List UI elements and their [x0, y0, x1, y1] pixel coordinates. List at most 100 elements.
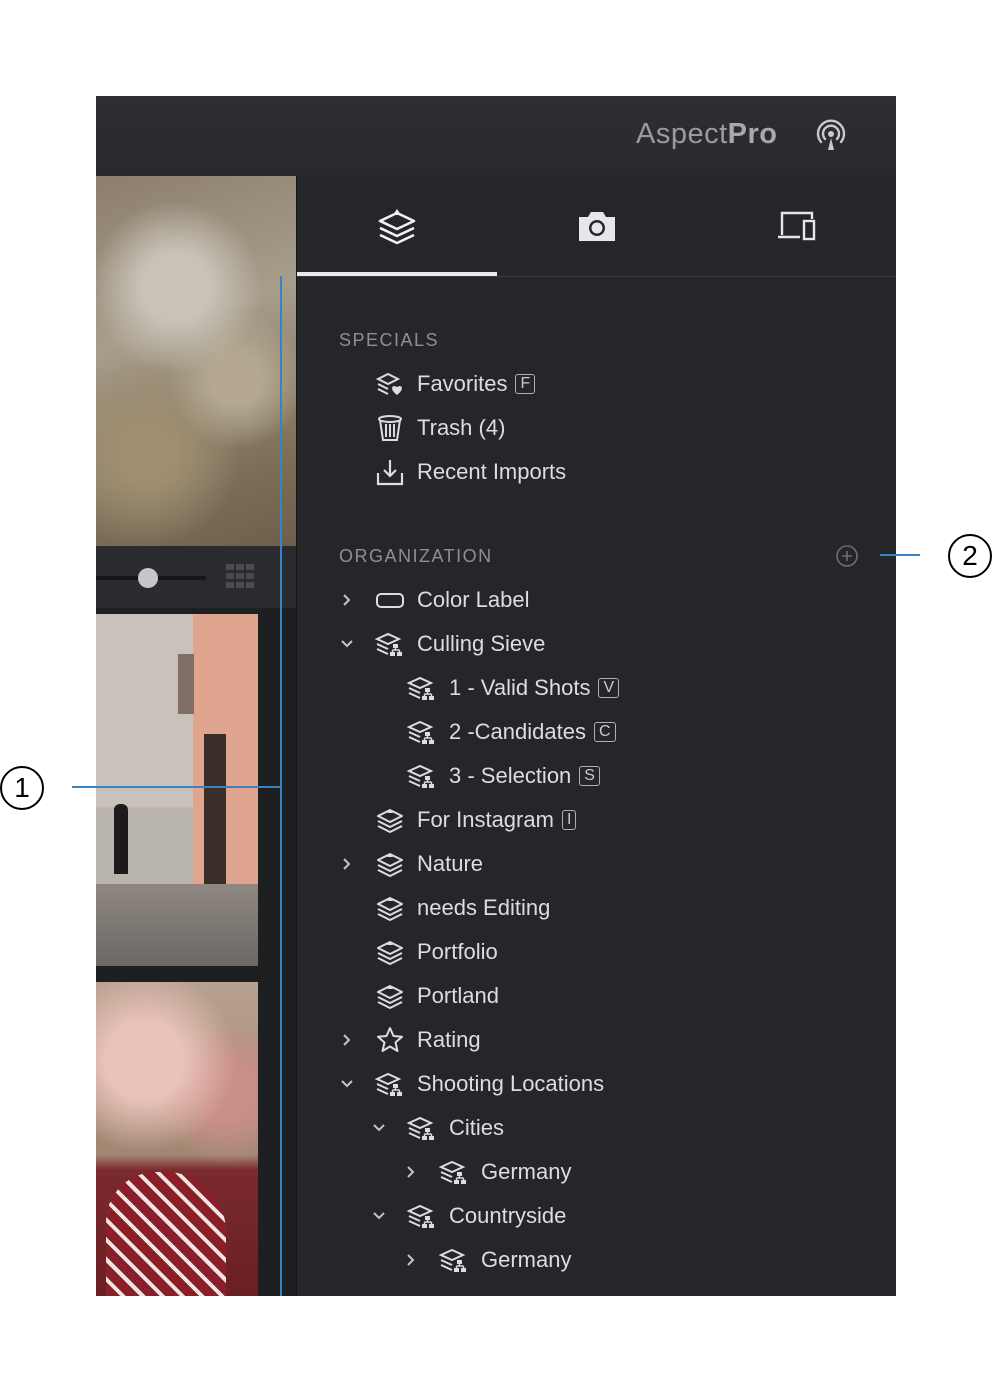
add-collection-icon[interactable]: [835, 544, 859, 568]
smart-album-icon: [439, 1157, 469, 1187]
album-icon: [375, 893, 405, 923]
photo-thumbnail[interactable]: [96, 982, 258, 1296]
brand-bold-text: Pro: [727, 118, 778, 150]
layers-icon: [378, 209, 416, 245]
tree-item-label: Nature: [417, 851, 484, 876]
tree-item-label: Rating: [417, 1027, 481, 1052]
sidebar-item-label: Favorites: [417, 371, 508, 396]
app-window: AspectPro SPECIALS Favorites F Trash (4)…: [96, 96, 896, 1296]
tree-item[interactable]: Portfolio: [337, 932, 498, 972]
tree-item-label: Color Label: [417, 587, 530, 612]
tree-item-label: Germany: [481, 1159, 572, 1184]
camera-icon: [579, 212, 615, 241]
smart-album-icon: [407, 1113, 437, 1143]
tree-item-label: 1 - Valid Shots: [449, 675, 591, 700]
chevron-right-icon[interactable]: [337, 590, 357, 610]
tree-item[interactable]: Shooting Locations: [337, 1064, 604, 1104]
tree-item-label: For Instagram: [417, 807, 554, 832]
tree-item[interactable]: Germany: [401, 1152, 571, 1192]
tree-item[interactable]: Germany: [401, 1240, 571, 1280]
import-icon: [375, 457, 405, 487]
photo-detail: [178, 654, 194, 714]
sidebar-item-label: Recent Imports: [417, 459, 567, 484]
smart-album-icon: [407, 761, 437, 791]
tree-item-label: Shooting Locations: [417, 1071, 605, 1096]
tree-item-label: Portfolio: [417, 939, 498, 964]
shortcut-badge: S: [579, 766, 600, 786]
chevron-right-icon[interactable]: [401, 1250, 421, 1270]
chevron-right-icon[interactable]: [337, 1030, 357, 1050]
tab-camera[interactable]: [497, 176, 697, 276]
album-icon: [375, 849, 405, 879]
tree-item-label: Germany: [481, 1247, 572, 1272]
smart-album-icon: [407, 673, 437, 703]
tree-item-label: Cities: [449, 1115, 505, 1140]
chevron-down-icon[interactable]: [337, 634, 357, 654]
favorites-icon: [375, 369, 405, 399]
sidebar-item-favorites[interactable]: Favorites F: [375, 364, 536, 404]
sidebar-item-recent-imports[interactable]: Recent Imports: [375, 452, 566, 492]
tree-item[interactable]: needs Editing: [337, 888, 550, 928]
airdrop-icon[interactable]: [814, 118, 848, 152]
smart-album-icon: [375, 629, 405, 659]
devices-icon: [778, 211, 816, 241]
trash-icon: [375, 413, 405, 443]
panel-tabs: [297, 176, 896, 277]
sidebar-item-trash[interactable]: Trash (4): [375, 408, 505, 448]
chevron-down-icon[interactable]: [369, 1206, 389, 1226]
photo-thumbnail[interactable]: [96, 176, 296, 546]
callout-leader-2: [880, 554, 920, 556]
tab-library[interactable]: [297, 176, 497, 276]
tree-item[interactable]: Nature: [337, 844, 483, 884]
album-icon: [375, 805, 405, 835]
tree-item[interactable]: For Instagram I: [337, 800, 577, 840]
tree-item[interactable]: Portland: [337, 976, 499, 1016]
color-label-icon: [375, 585, 405, 615]
tree-item[interactable]: 3 - Selection S: [369, 756, 600, 796]
app-brand: AspectPro: [636, 118, 778, 151]
title-bar: AspectPro: [96, 96, 896, 177]
chevron-right-icon[interactable]: [401, 1162, 421, 1182]
tree-item-label: 2 -Candidates: [449, 719, 586, 744]
album-icon: [375, 981, 405, 1011]
thumbnail-zoom-bar: [96, 546, 296, 608]
chevron-down-icon[interactable]: [337, 1074, 357, 1094]
shortcut-badge: V: [598, 678, 620, 698]
tree-item[interactable]: Color Label: [337, 580, 530, 620]
chevron-down-icon[interactable]: [369, 1118, 389, 1138]
tree-item-label: Culling Sieve: [417, 631, 546, 656]
section-title-specials: SPECIALS: [339, 330, 440, 350]
smart-album-icon: [375, 1069, 405, 1099]
tree-item-label: 3 - Selection: [449, 763, 572, 788]
zoom-slider-knob[interactable]: [138, 568, 158, 588]
callout-number-1: 1: [0, 766, 44, 810]
photo-detail: [204, 734, 226, 884]
chevron-right-icon[interactable]: [337, 854, 357, 874]
shortcut-badge: C: [593, 722, 616, 742]
tree-item[interactable]: Rating: [337, 1020, 481, 1060]
callout-leader-1: [72, 786, 280, 788]
library-panel: SPECIALS Favorites F Trash (4) Recent Im…: [296, 176, 896, 1296]
tree-item[interactable]: Cities: [369, 1108, 504, 1148]
smart-album-icon: [439, 1245, 469, 1275]
tree-item[interactable]: Countryside: [369, 1196, 566, 1236]
tree-item[interactable]: Culling Sieve: [337, 624, 545, 664]
tree-item-label: needs Editing: [417, 895, 551, 920]
section-title-organization: ORGANIZATION: [339, 546, 493, 566]
brand-light-text: Aspect: [636, 118, 728, 150]
tab-devices[interactable]: [697, 176, 896, 276]
tree-item[interactable]: 1 - Valid Shots V: [369, 668, 620, 708]
album-icon: [375, 937, 405, 967]
tree-item[interactable]: 2 -Candidates C: [369, 712, 616, 752]
callout-number-2: 2: [948, 534, 992, 578]
shortcut-badge: F: [515, 374, 536, 394]
grid-view-icon[interactable]: [226, 564, 254, 588]
photo-thumbnail[interactable]: [96, 614, 258, 966]
